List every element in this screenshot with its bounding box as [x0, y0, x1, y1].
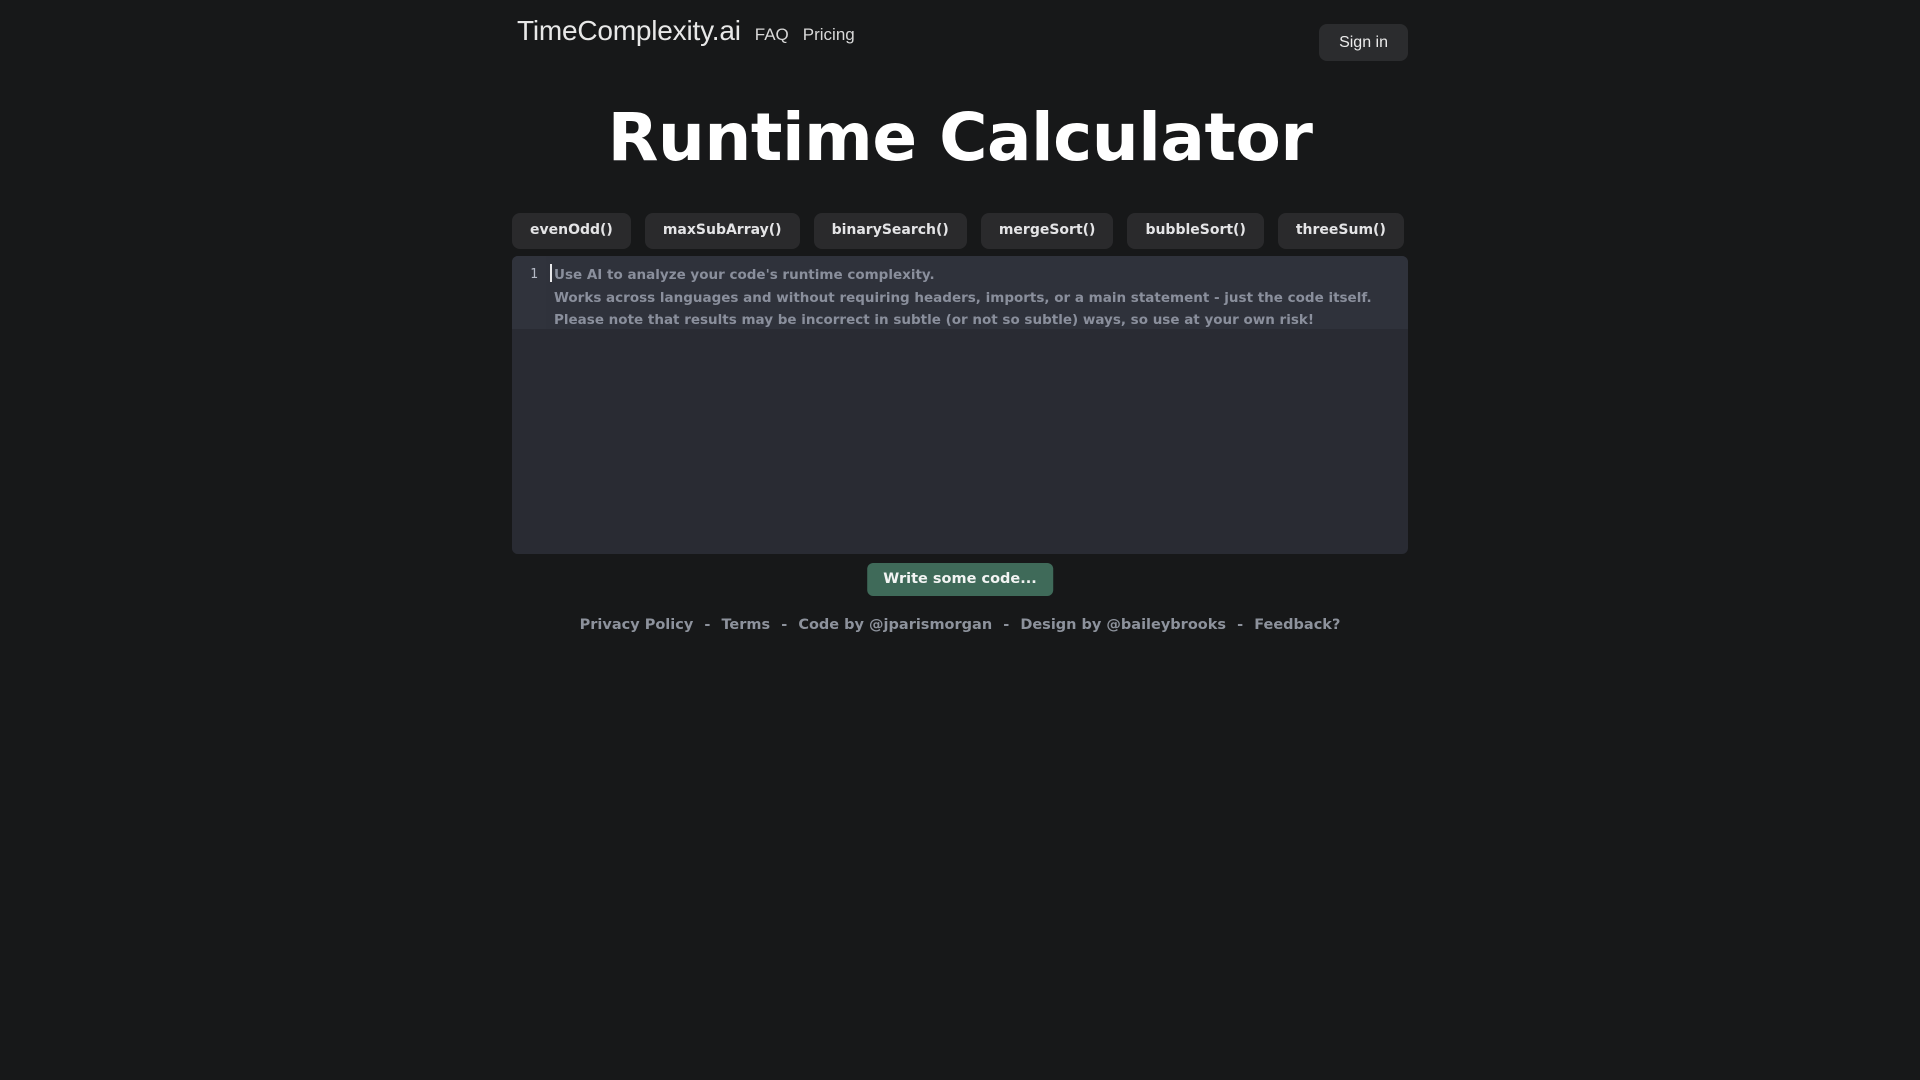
footer-link-feedback[interactable]: Feedback?	[1254, 617, 1340, 633]
sample-function-chips: evenOdd() maxSubArray() binarySearch() m…	[512, 213, 1408, 249]
code-editor[interactable]: 1 Use AI to analyze your code's runtime …	[512, 256, 1408, 554]
nav-faq[interactable]: FAQ	[755, 26, 789, 43]
editor-line-number-gutter: 1	[512, 256, 546, 554]
editor-text-area[interactable]: Use AI to analyze your code's runtime co…	[546, 256, 1408, 554]
footer-separator: -	[704, 617, 711, 633]
footer-separator: -	[781, 617, 788, 633]
brand-and-nav: TimeComplexity.ai FAQ Pricing	[517, 17, 855, 45]
site-header: TimeComplexity.ai FAQ Pricing Sign in	[0, 0, 1920, 80]
site-footer: Privacy Policy - Terms - Code by @jparis…	[0, 616, 1920, 635]
sign-in-button[interactable]: Sign in	[1319, 24, 1408, 62]
sample-chip-evenodd[interactable]: evenOdd()	[512, 213, 631, 249]
app-root: TimeComplexity.ai FAQ Pricing Sign in Ru…	[0, 0, 1920, 1080]
sample-chip-bubblesort[interactable]: bubbleSort()	[1127, 213, 1264, 249]
footer-link-privacy-policy[interactable]: Privacy Policy	[580, 617, 694, 633]
nav-pricing[interactable]: Pricing	[803, 26, 855, 43]
analyze-submit-button[interactable]: Write some code...	[867, 563, 1053, 596]
footer-link-design-by[interactable]: Design by @baileybrooks	[1020, 617, 1226, 633]
footer-link-terms[interactable]: Terms	[721, 617, 770, 633]
sample-chip-binarysearch[interactable]: binarySearch()	[813, 213, 967, 249]
editor-placeholder-line-2: Works across languages and without requi…	[554, 289, 1372, 306]
sample-chip-maxsubarray[interactable]: maxSubArray()	[644, 213, 800, 249]
sample-chip-mergesort[interactable]: mergeSort()	[980, 213, 1114, 249]
footer-link-code-by[interactable]: Code by @jparismorgan	[798, 617, 992, 633]
footer-separator: -	[1003, 617, 1010, 633]
footer-separator: -	[1237, 617, 1244, 633]
page-title: Runtime Calculator	[607, 99, 1313, 176]
line-number: 1	[530, 267, 538, 282]
site-logo-text[interactable]: TimeComplexity.ai	[517, 17, 741, 45]
sample-chip-threesum[interactable]: threeSum()	[1277, 213, 1404, 249]
editor-placeholder: Use AI to analyze your code's runtime co…	[550, 264, 1408, 332]
editor-placeholder-line-1: Use AI to analyze your code's runtime co…	[554, 267, 935, 283]
editor-placeholder-line-3: Please note that results may be incorrec…	[554, 312, 1315, 328]
